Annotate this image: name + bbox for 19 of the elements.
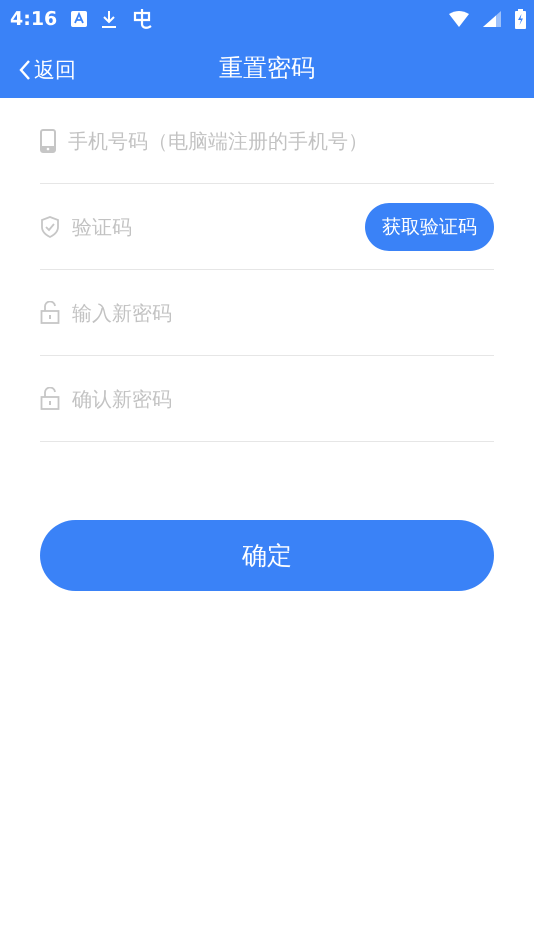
input-field[interactable]: 确认新密码 (72, 386, 494, 410)
unlocked-padlock-icon (40, 301, 60, 324)
keyboard-notification-icon (71, 11, 88, 27)
battery-icon (515, 9, 526, 29)
get-code-button[interactable]: 获取验证码 (365, 202, 494, 250)
download-icon (101, 10, 118, 28)
signal-icon (483, 11, 501, 27)
back-button[interactable]: 返回 (14, 52, 80, 88)
input-field[interactable]: 输入新密码 (72, 300, 494, 324)
status-time: 4:16 (10, 8, 58, 30)
input-field[interactable]: 手机号码（电脑端注册的手机号） (68, 128, 494, 152)
phone-icon (40, 128, 56, 152)
confirm-button[interactable]: 确定 (40, 520, 494, 591)
page-title: 重置密码 (219, 53, 315, 84)
chevron-left-icon (18, 59, 32, 81)
input-field[interactable]: 验证码 (72, 214, 353, 238)
unlocked-padlock-icon (40, 387, 60, 410)
wifi-icon (449, 11, 469, 27)
shield-check-icon (40, 216, 60, 238)
